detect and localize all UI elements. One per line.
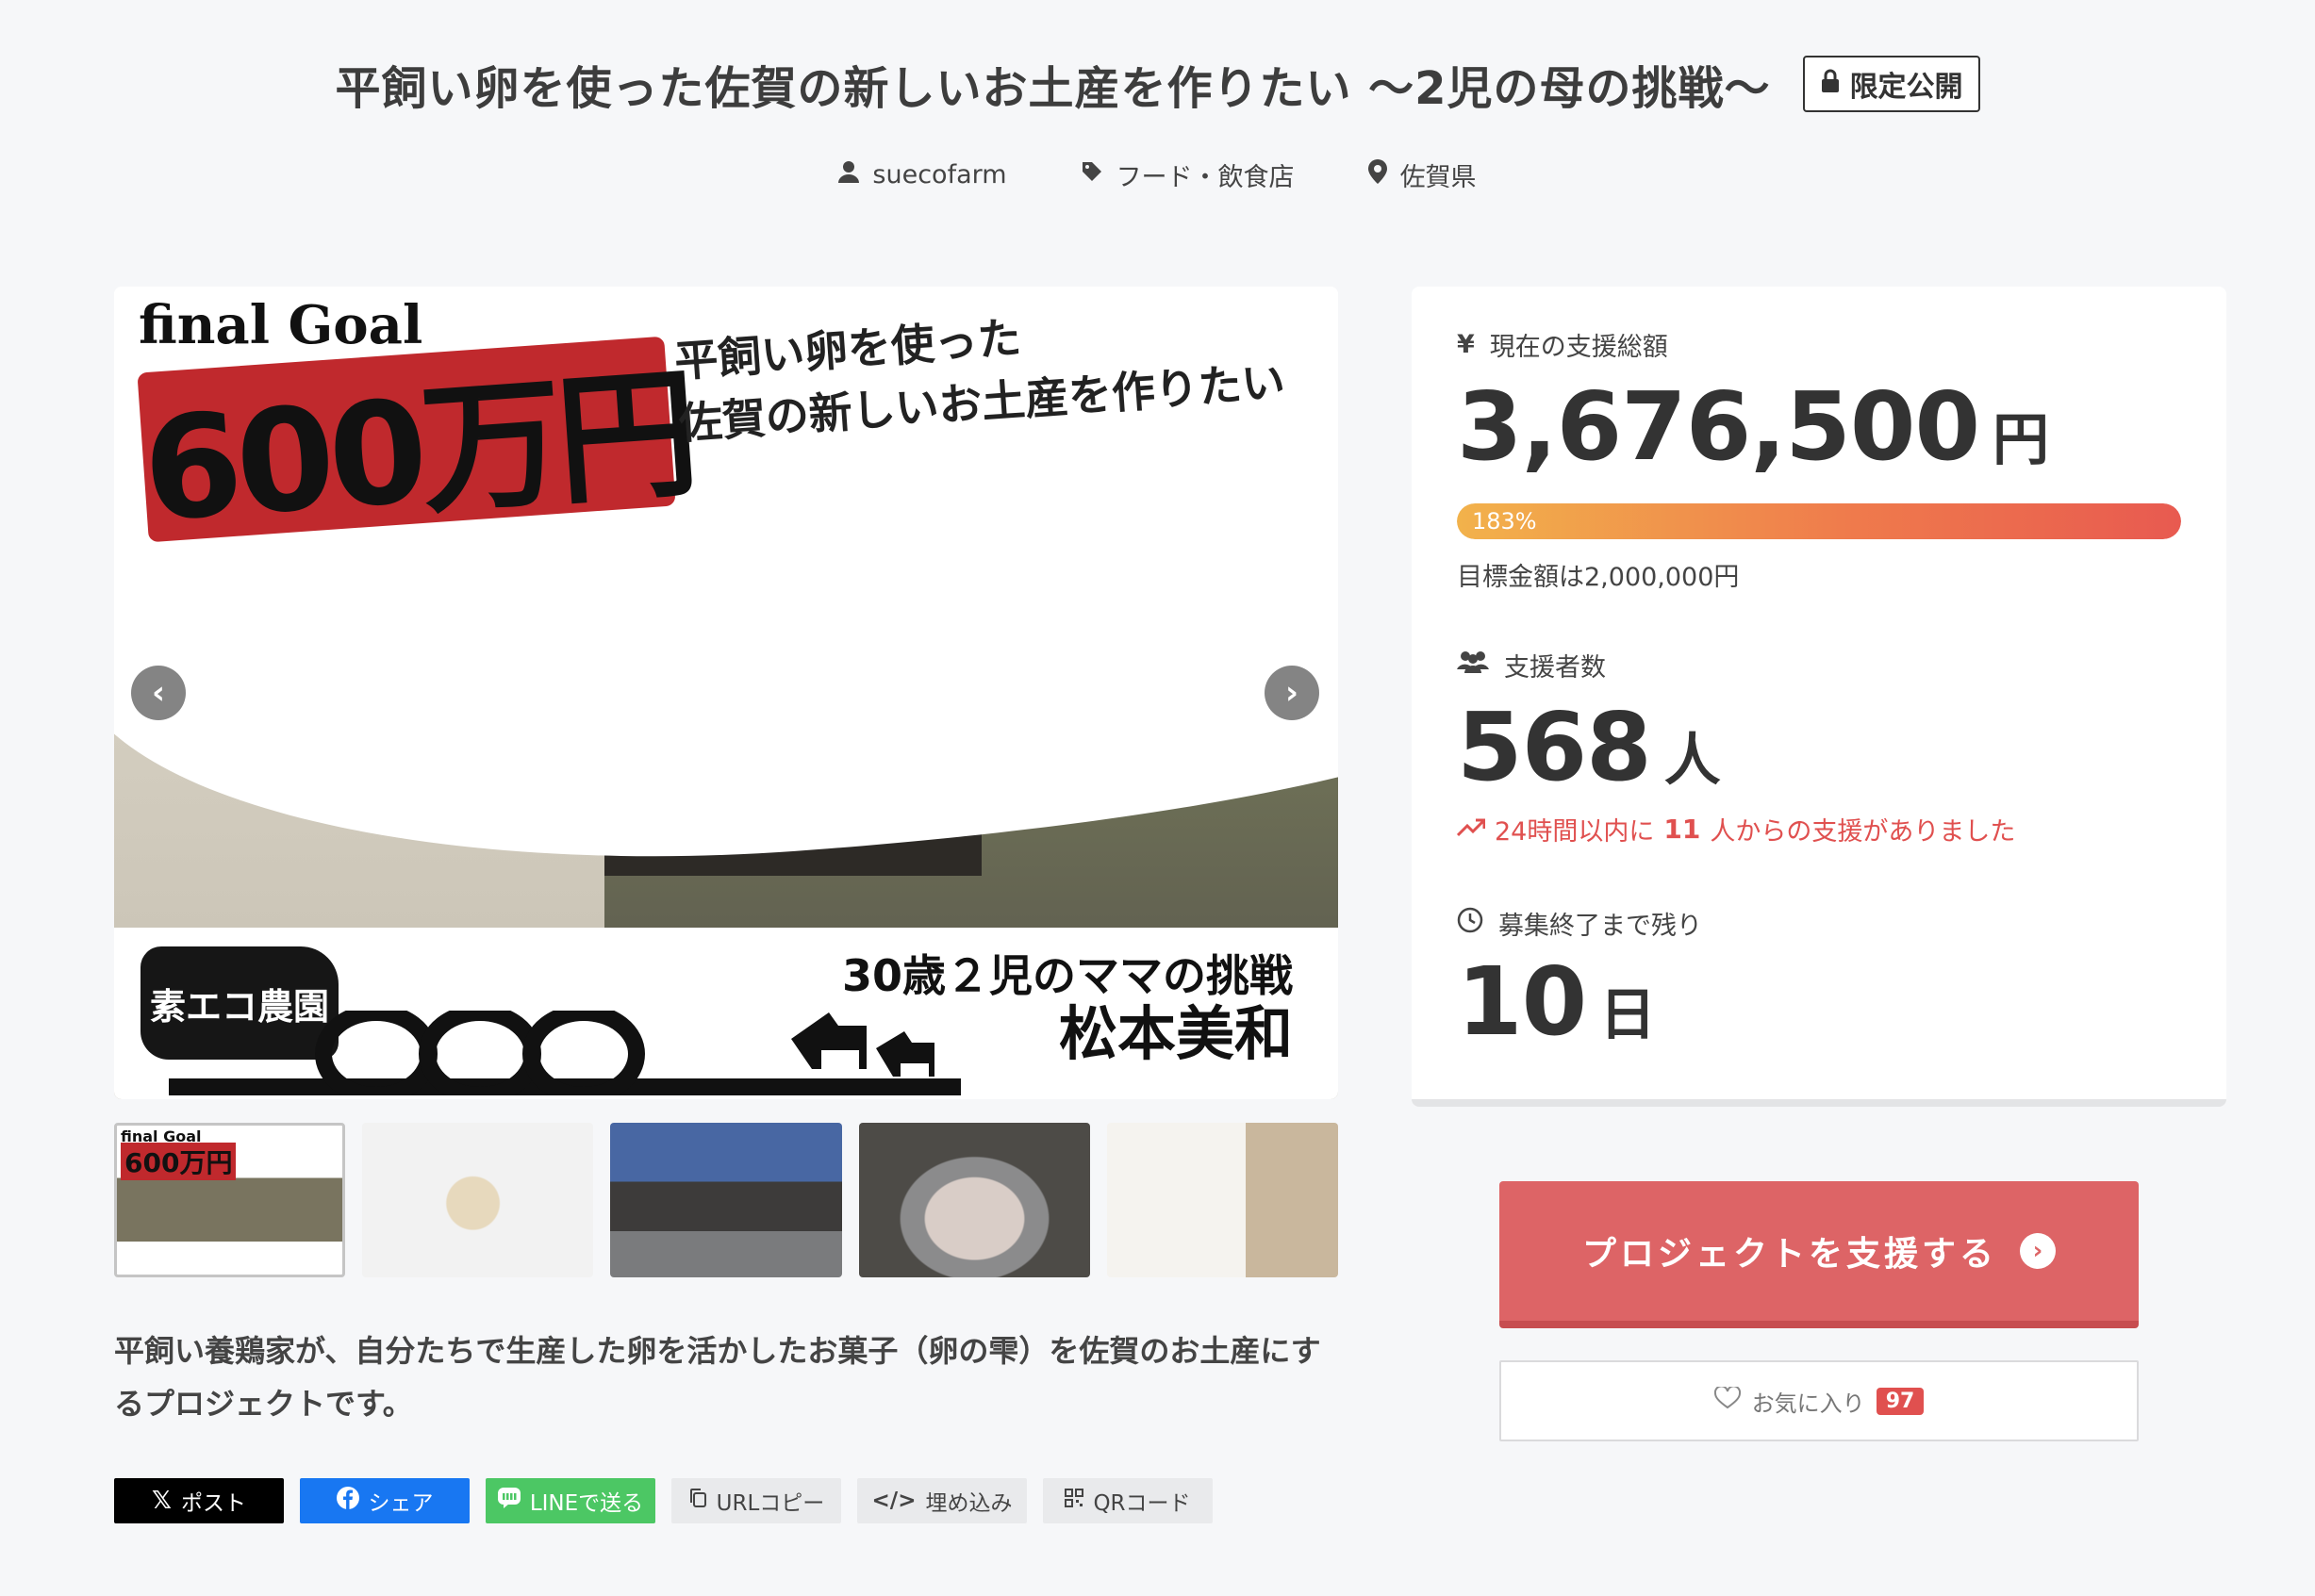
supporters-count-value: 568 bbox=[1457, 692, 1652, 802]
share-facebook-button[interactable]: シェア bbox=[300, 1478, 470, 1523]
supporters-label-text: 支援者数 bbox=[1504, 653, 1606, 683]
remaining-label-text: 募集終了まで残り bbox=[1498, 912, 1702, 941]
funding-progress-fill bbox=[1457, 503, 2181, 539]
share-x-button[interactable]: 𝕏 ポスト bbox=[114, 1478, 284, 1523]
hero-person-name: 松本美和 bbox=[1058, 999, 1293, 1068]
yen-icon: ¥ bbox=[1457, 330, 1475, 359]
limited-badge: 限定公開 bbox=[1802, 56, 1980, 112]
thumbnail-4[interactable] bbox=[858, 1123, 1090, 1277]
favorite-count-badge: 97 bbox=[1876, 1387, 1925, 1415]
support-project-label: プロジェクトを支援する bbox=[1581, 1235, 1997, 1274]
recent-support-count: 11 bbox=[1663, 814, 1701, 845]
page-title: 平飼い卵を使った佐賀の新しいお土産を作りたい 〜2児の母の挑戦〜 bbox=[335, 62, 1771, 115]
url-copy-label: URLコピー bbox=[716, 1491, 825, 1516]
code-icon: </> bbox=[871, 1489, 917, 1513]
url-copy-button[interactable]: URLコピー bbox=[671, 1478, 841, 1523]
total-amount-value: 3,676,500 bbox=[1457, 371, 1980, 482]
total-amount-label-text: 現在の支援総額 bbox=[1489, 333, 1668, 362]
thumbnail-1[interactable]: final Goal 600万円 bbox=[114, 1123, 346, 1277]
title-row: 平飼い卵を使った佐賀の新しいお土産を作りたい 〜2児の母の挑戦〜 限定公開 bbox=[0, 51, 2315, 117]
qr-code-button[interactable]: QRコード bbox=[1043, 1478, 1213, 1523]
hero-subtitle: 30歳２児のママの挑戦 松本美和 bbox=[842, 946, 1293, 1063]
carousel-prev-button[interactable]: ‹ bbox=[131, 666, 186, 720]
facebook-icon bbox=[336, 1487, 359, 1515]
recent-support-note: 24時間以内に 11 人からの支援がありました bbox=[1456, 811, 2016, 847]
category-link[interactable]: フード・飲食店 bbox=[1081, 156, 1295, 193]
users-icon bbox=[1457, 650, 1489, 680]
thumbnail-1-goal-amount: 600万円 bbox=[121, 1143, 237, 1180]
recent-support-prefix: 24時間以内に bbox=[1495, 817, 1655, 847]
owner-link[interactable]: suecofarm bbox=[838, 159, 1007, 189]
chevron-right-icon: › bbox=[2020, 1233, 2056, 1269]
share-line-label: LINEで送る bbox=[529, 1491, 644, 1516]
thumbnail-strip: final Goal 600万円 bbox=[114, 1123, 1339, 1277]
total-amount-unit: 円 bbox=[1993, 407, 2049, 473]
category-name: フード・飲食店 bbox=[1116, 162, 1295, 192]
favorite-label: お気に入り bbox=[1751, 1390, 1865, 1417]
tag-icon bbox=[1081, 160, 1103, 189]
heart-icon bbox=[1713, 1385, 1741, 1415]
qr-code-icon bbox=[1065, 1489, 1084, 1513]
supporters-count-unit: 人 bbox=[1663, 728, 1721, 794]
thumbnail-5[interactable] bbox=[1106, 1123, 1339, 1277]
remaining-label: 募集終了まで残り bbox=[1457, 905, 1702, 942]
lock-icon bbox=[1820, 68, 1841, 101]
funding-progress-text: 183% bbox=[1472, 508, 1537, 535]
play-icon[interactable] bbox=[652, 600, 831, 779]
hero-subtitle-line: 30歳２児のママの挑戦 bbox=[841, 950, 1293, 1001]
project-description: 平飼い養鶏家が、自分たちで生産した卵を活かしたお菓子（卵の雫）を佐賀のお土産にす… bbox=[114, 1333, 1321, 1422]
owner-name: suecofarm bbox=[872, 159, 1007, 189]
clock-icon bbox=[1457, 907, 1483, 940]
project-meta: suecofarm フード・飲食店 佐賀県 bbox=[0, 151, 2315, 198]
thumbnail-3[interactable] bbox=[610, 1123, 842, 1277]
hero-video[interactable]: final Goal 600万円 平飼い卵を使った 佐賀の新しいお土産を作りたい… bbox=[114, 287, 1338, 1099]
embed-label: 埋め込み bbox=[925, 1491, 1013, 1516]
goal-amount-text: 600万円 bbox=[138, 351, 699, 554]
user-icon bbox=[838, 160, 860, 189]
funding-stats-card: ¥ 現在の支援総額 3,676,500 円 183% 目標金額は2,000,00… bbox=[1412, 287, 2226, 1107]
x-logo-icon: 𝕏 bbox=[152, 1487, 172, 1515]
favorite-button[interactable]: お気に入り 97 bbox=[1499, 1360, 2139, 1441]
recent-support-suffix: 人からの支援がありました bbox=[1710, 817, 2016, 847]
copy-icon bbox=[688, 1488, 707, 1514]
location-name: 佐賀県 bbox=[1399, 162, 1477, 192]
share-facebook-label: シェア bbox=[368, 1491, 434, 1516]
badge-label: 限定公開 bbox=[1849, 71, 1963, 104]
map-pin-icon bbox=[1367, 158, 1387, 190]
total-amount: 3,676,500 円 bbox=[1457, 371, 2049, 482]
remaining-days-value: 10 bbox=[1457, 946, 1587, 1057]
supporters-count: 568 人 bbox=[1457, 692, 1721, 802]
location-link[interactable]: 佐賀県 bbox=[1367, 156, 1477, 193]
remaining-days-unit: 日 bbox=[1599, 982, 1656, 1048]
carousel-next-button[interactable]: › bbox=[1265, 666, 1319, 720]
qr-code-label: QRコード bbox=[1093, 1491, 1191, 1516]
support-project-button[interactable]: プロジェクトを支援する › bbox=[1499, 1181, 2139, 1328]
line-icon bbox=[497, 1488, 521, 1514]
remaining-days: 10 日 bbox=[1457, 946, 1656, 1057]
trending-up-icon bbox=[1456, 814, 1486, 844]
share-line-button[interactable]: LINEで送る bbox=[486, 1478, 655, 1523]
share-buttons: 𝕏 ポスト シェア LINEで送る URLコピー </> 埋め込み QRコード bbox=[114, 1478, 1213, 1523]
funding-progress-bar: 183% bbox=[1457, 503, 2181, 539]
share-x-label: ポスト bbox=[180, 1491, 246, 1516]
goal-amount-note: 目標金額は2,000,000円 bbox=[1457, 563, 1740, 592]
supporters-label: 支援者数 bbox=[1457, 647, 1606, 683]
total-amount-label: ¥ 現在の支援総額 bbox=[1457, 326, 1668, 363]
embed-button[interactable]: </> 埋め込み bbox=[857, 1478, 1027, 1523]
thumbnail-2[interactable] bbox=[362, 1123, 594, 1277]
